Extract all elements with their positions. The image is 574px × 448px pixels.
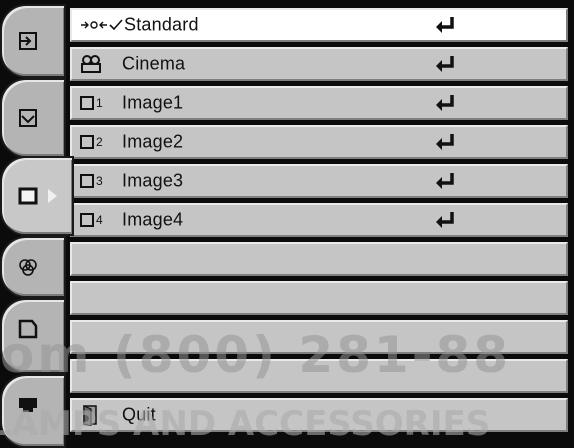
standard-icon [80, 14, 124, 36]
image-box-icon: 2 [80, 131, 103, 153]
menu-item-standard[interactable]: Standard [70, 8, 568, 42]
menu-item-label: Cinema [122, 53, 186, 74]
image-mode-menu: Standard Cinema 1 Image1 2 Image2 3 Imag… [70, 8, 568, 437]
color-icon [16, 255, 40, 279]
quit-icon [80, 404, 100, 426]
menu-item-label: Image2 [122, 131, 184, 152]
menu-item-empty [70, 281, 568, 315]
image-box-icon: 4 [80, 209, 103, 231]
input-icon [16, 29, 40, 53]
image-box-icon: 3 [80, 170, 103, 192]
menu-item-empty [70, 242, 568, 276]
menu-item-empty [70, 320, 568, 354]
tab-image-select[interactable] [0, 156, 74, 236]
menu-item-quit[interactable]: Quit [70, 398, 568, 432]
setting-icon [16, 392, 40, 416]
menu-item-label: Image1 [122, 92, 184, 113]
image-select-icon [16, 184, 40, 208]
menu-item-cinema[interactable]: Cinema [70, 47, 568, 81]
tab-color[interactable] [0, 236, 66, 298]
menu-item-label: Quit [122, 404, 156, 425]
menu-item-image2[interactable]: 2 Image2 [70, 125, 568, 159]
enter-arrow-icon [436, 212, 454, 228]
tab-pointer-arrow-icon [48, 189, 57, 203]
tab-setting[interactable] [0, 374, 66, 448]
enter-arrow-icon [436, 56, 454, 72]
menu-item-label: Standard [124, 14, 199, 35]
tab-picture-adjust[interactable] [0, 78, 66, 158]
tab-screen[interactable] [0, 298, 66, 374]
enter-arrow-icon [436, 134, 454, 150]
picture-adjust-icon [16, 106, 40, 130]
menu-item-label: Image3 [122, 170, 184, 191]
enter-arrow-icon [436, 173, 454, 189]
enter-arrow-icon [436, 17, 454, 33]
enter-arrow-icon [436, 95, 454, 111]
menu-item-image1[interactable]: 1 Image1 [70, 86, 568, 120]
tab-input[interactable] [0, 4, 66, 78]
menu-item-empty [70, 359, 568, 393]
menu-item-label: Image4 [122, 209, 184, 230]
menu-item-image4[interactable]: 4 Image4 [70, 203, 568, 237]
screen-icon [16, 317, 40, 341]
cinema-icon [80, 53, 102, 75]
image-box-icon: 1 [80, 92, 103, 114]
menu-item-image3[interactable]: 3 Image3 [70, 164, 568, 198]
